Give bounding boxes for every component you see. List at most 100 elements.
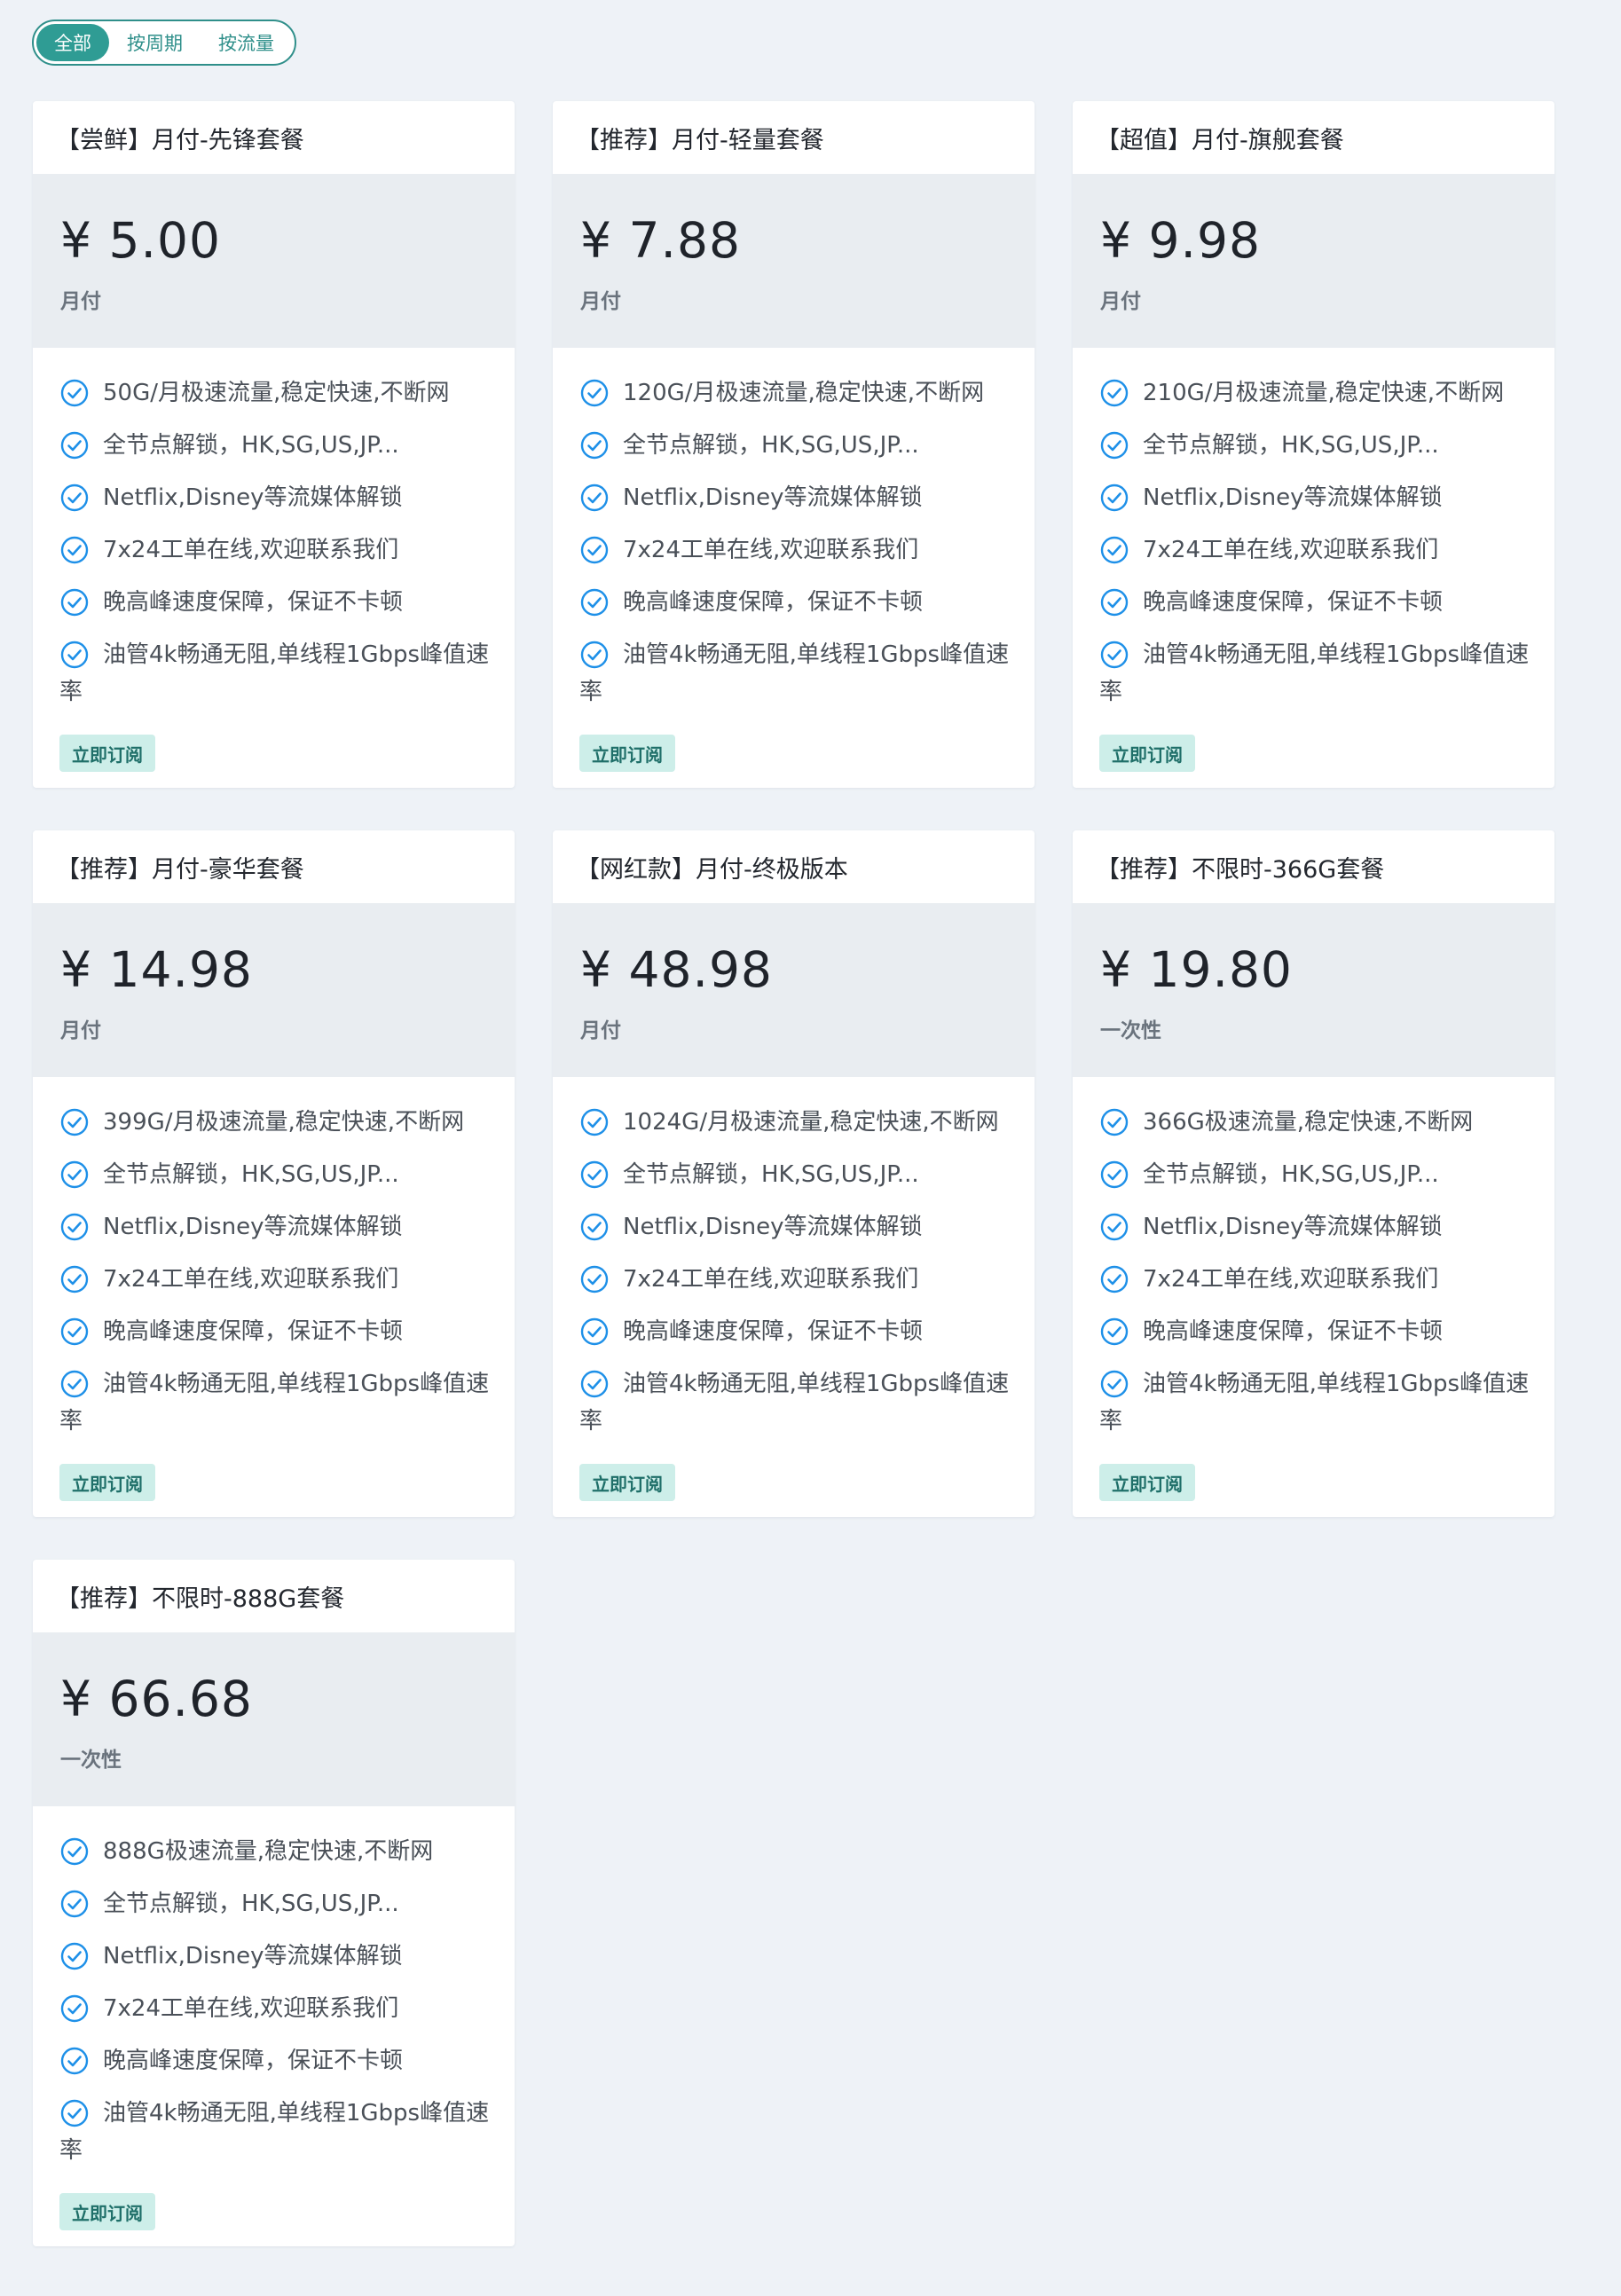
feature-item: 晚高峰速度保障，保证不卡顿 bbox=[59, 584, 492, 621]
filter-tab-all[interactable]: 全部 bbox=[36, 24, 109, 61]
check-circle-icon bbox=[579, 483, 610, 513]
plan-price: ¥ 19.80 bbox=[1100, 941, 1293, 998]
feature-item: Netflix,Disney等流媒体解锁 bbox=[579, 1208, 1012, 1246]
feature-text: 366G极速流量,稳定快速,不断网 bbox=[1143, 1109, 1474, 1136]
check-circle-icon bbox=[579, 1317, 610, 1347]
feature-text: 晚高峰速度保障，保证不卡顿 bbox=[1143, 1318, 1444, 1345]
feature-text: 油管4k畅通无阻,单线程1Gbps峰值速率 bbox=[59, 2100, 490, 2164]
feature-item: Netflix,Disney等流媒体解锁 bbox=[59, 1208, 492, 1246]
feature-text: 晚高峰速度保障，保证不卡顿 bbox=[623, 1318, 924, 1345]
feature-text: 7x24工单在线,欢迎联系我们 bbox=[103, 1266, 399, 1293]
feature-item: 7x24工单在线,欢迎联系我们 bbox=[1099, 1261, 1532, 1298]
feature-item: 50G/月极速流量,稳定快速,不断网 bbox=[59, 374, 492, 412]
check-circle-icon bbox=[1099, 535, 1129, 565]
check-circle-icon bbox=[59, 2098, 90, 2128]
feature-text: 油管4k畅通无阻,单线程1Gbps峰值速率 bbox=[59, 641, 490, 705]
feature-item: 油管4k畅通无阻,单线程1Gbps峰值速率 bbox=[579, 636, 1012, 711]
plan-price: ¥ 7.88 bbox=[580, 212, 741, 269]
check-circle-icon bbox=[59, 1107, 90, 1137]
subscribe-button[interactable]: 立即订阅 bbox=[1099, 1464, 1195, 1501]
feature-item: 晚高峰速度保障，保证不卡顿 bbox=[579, 1313, 1012, 1350]
feature-text: Netflix,Disney等流媒体解锁 bbox=[623, 484, 923, 511]
plan-title: 【推荐】月付-轻量套餐 bbox=[576, 126, 824, 154]
feature-text: 120G/月极速流量,稳定快速,不断网 bbox=[623, 380, 985, 406]
feature-text: 210G/月极速流量,稳定快速,不断网 bbox=[1143, 380, 1505, 406]
feature-item: 油管4k畅通无阻,单线程1Gbps峰值速率 bbox=[1099, 1365, 1532, 1440]
plan-period: 月付 bbox=[60, 1019, 101, 1042]
feature-item: 油管4k畅通无阻,单线程1Gbps峰值速率 bbox=[59, 1365, 492, 1440]
check-circle-icon bbox=[59, 1889, 90, 1919]
plan-card: 【超值】月付-旗舰套餐 ¥ 9.98 月付 210G/月极速流量,稳定快速,不断… bbox=[1073, 101, 1554, 788]
check-circle-icon bbox=[59, 1212, 90, 1242]
plan-card: 【推荐】不限时-366G套餐 ¥ 19.80 一次性 366G极速流量,稳定快速… bbox=[1073, 830, 1554, 1517]
feature-text: 油管4k畅通无阻,单线程1Gbps峰值速率 bbox=[579, 641, 1010, 705]
feature-text: 油管4k畅通无阻,单线程1Gbps峰值速率 bbox=[59, 1371, 490, 1435]
plan-title: 【尝鲜】月付-先锋套餐 bbox=[56, 126, 304, 154]
subscribe-button[interactable]: 立即订阅 bbox=[579, 735, 675, 772]
check-circle-icon bbox=[1099, 1107, 1129, 1137]
feature-item: 120G/月极速流量,稳定快速,不断网 bbox=[579, 374, 1012, 412]
feature-list: 120G/月极速流量,稳定快速,不断网全节点解锁，HK,SG,US,JP... N… bbox=[553, 348, 1035, 726]
feature-item: 全节点解锁，HK,SG,US,JP... bbox=[579, 1156, 1012, 1193]
plan-filter-tabs: 全部 按周期 按流量 bbox=[32, 20, 296, 66]
feature-item: 全节点解锁，HK,SG,US,JP... bbox=[579, 427, 1012, 464]
plan-price: ¥ 14.98 bbox=[60, 941, 253, 998]
plan-title: 【推荐】不限时-888G套餐 bbox=[56, 1584, 345, 1613]
subscribe-button[interactable]: 立即订阅 bbox=[1099, 735, 1195, 772]
check-circle-icon bbox=[1099, 430, 1129, 460]
feature-text: 7x24工单在线,欢迎联系我们 bbox=[103, 537, 399, 563]
check-circle-icon bbox=[59, 483, 90, 513]
check-circle-icon bbox=[579, 1369, 610, 1399]
feature-item: 366G极速流量,稳定快速,不断网 bbox=[1099, 1104, 1532, 1141]
subscribe-button[interactable]: 立即订阅 bbox=[59, 735, 155, 772]
subscribe-button[interactable]: 立即订阅 bbox=[59, 1464, 155, 1501]
check-circle-icon bbox=[579, 1107, 610, 1137]
feature-text: 全节点解锁，HK,SG,US,JP... bbox=[103, 1161, 399, 1188]
plan-price: ¥ 9.98 bbox=[1100, 212, 1261, 269]
feature-text: Netflix,Disney等流媒体解锁 bbox=[103, 484, 403, 511]
plan-price: ¥ 5.00 bbox=[60, 212, 221, 269]
feature-item: 全节点解锁，HK,SG,US,JP... bbox=[1099, 1156, 1532, 1193]
feature-text: 油管4k畅通无阻,单线程1Gbps峰值速率 bbox=[579, 1371, 1010, 1435]
price-block: ¥ 5.00 月付 bbox=[33, 174, 515, 348]
feature-text: 全节点解锁，HK,SG,US,JP... bbox=[103, 1891, 399, 1917]
check-circle-icon bbox=[1099, 640, 1129, 670]
check-circle-icon bbox=[59, 1317, 90, 1347]
feature-text: 晚高峰速度保障，保证不卡顿 bbox=[1143, 589, 1444, 616]
subscribe-button[interactable]: 立即订阅 bbox=[59, 2193, 155, 2230]
feature-text: 1024G/月极速流量,稳定快速,不断网 bbox=[623, 1109, 999, 1136]
feature-item: Netflix,Disney等流媒体解锁 bbox=[59, 479, 492, 516]
feature-item: Netflix,Disney等流媒体解锁 bbox=[1099, 1208, 1532, 1246]
feature-item: 晚高峰速度保障，保证不卡顿 bbox=[579, 584, 1012, 621]
feature-item: 油管4k畅通无阻,单线程1Gbps峰值速率 bbox=[59, 636, 492, 711]
filter-tab-by-period[interactable]: 按周期 bbox=[109, 24, 201, 61]
feature-item: 7x24工单在线,欢迎联系我们 bbox=[579, 1261, 1012, 1298]
plan-title: 【网红款】月付-终极版本 bbox=[576, 855, 848, 884]
feature-list: 888G极速流量,稳定快速,不断网 全节点解锁，HK,SG,US,JP... Net… bbox=[33, 1806, 515, 2184]
feature-item: 7x24工单在线,欢迎联系我们 bbox=[1099, 531, 1532, 569]
check-circle-icon bbox=[59, 430, 90, 460]
feature-text: 888G极速流量,稳定快速,不断网 bbox=[103, 1838, 434, 1865]
check-circle-icon bbox=[59, 535, 90, 565]
plan-card: 【网红款】月付-终极版本 ¥ 48.98 月付 1024G/月极速流量,稳定快速… bbox=[553, 830, 1035, 1517]
feature-item: 210G/月极速流量,稳定快速,不断网 bbox=[1099, 374, 1532, 412]
feature-item: 油管4k畅通无阻,单线程1Gbps峰值速率 bbox=[579, 1365, 1012, 1440]
check-circle-icon bbox=[59, 1836, 90, 1867]
check-circle-icon bbox=[59, 1993, 90, 2024]
feature-text: 7x24工单在线,欢迎联系我们 bbox=[623, 1266, 919, 1293]
feature-item: 7x24工单在线,欢迎联系我们 bbox=[579, 531, 1012, 569]
feature-text: Netflix,Disney等流媒体解锁 bbox=[103, 1214, 403, 1240]
feature-list: 210G/月极速流量,稳定快速,不断网 全节点解锁，HK,SG,US,JP... N… bbox=[1073, 348, 1554, 726]
feature-item: Netflix,Disney等流媒体解锁 bbox=[579, 479, 1012, 516]
feature-list: 399G/月极速流量,稳定快速,不断网 全节点解锁，HK,SG,US,JP... N… bbox=[33, 1077, 515, 1455]
check-circle-icon bbox=[59, 378, 90, 408]
feature-item: 7x24工单在线,欢迎联系我们 bbox=[59, 1261, 492, 1298]
check-circle-icon bbox=[579, 587, 610, 617]
feature-item: 全节点解锁，HK,SG,US,JP... bbox=[59, 427, 492, 464]
check-circle-icon bbox=[1099, 1369, 1129, 1399]
feature-item: 全节点解锁，HK,SG,US,JP... bbox=[59, 1885, 492, 1923]
subscribe-button[interactable]: 立即订阅 bbox=[579, 1464, 675, 1501]
filter-tab-by-traffic[interactable]: 按流量 bbox=[201, 24, 292, 61]
plan-card: 【推荐】不限时-888G套餐 ¥ 66.68 一次性 888G极速流量,稳定快速… bbox=[33, 1560, 515, 2246]
feature-text: 7x24工单在线,欢迎联系我们 bbox=[103, 1995, 399, 2022]
